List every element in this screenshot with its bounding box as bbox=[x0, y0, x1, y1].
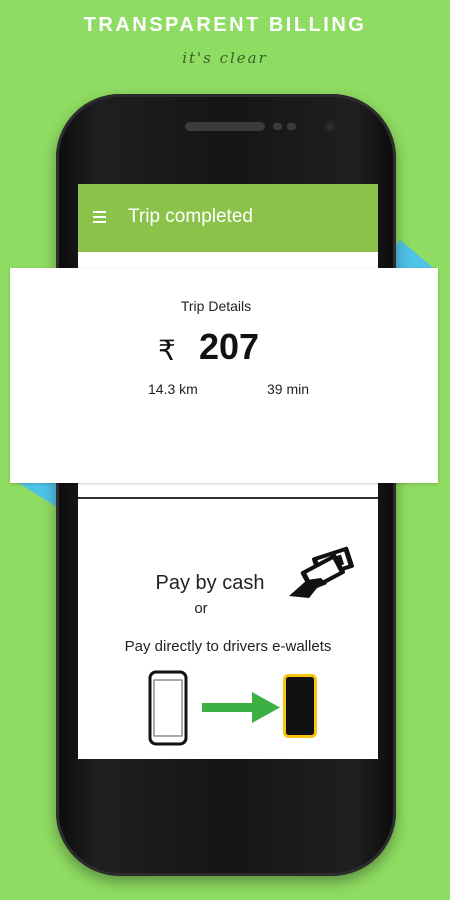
tagline-text: it's clear bbox=[182, 49, 268, 67]
phone-sensor bbox=[287, 123, 296, 130]
trip-details-card: Trip Details ₹ 207 14.3 km 39 min bbox=[10, 268, 438, 483]
fare-amount: 207 bbox=[199, 326, 260, 367]
hamburger-menu-icon[interactable] bbox=[93, 211, 106, 223]
phone-speaker bbox=[185, 122, 265, 131]
accent-shape-bottom bbox=[14, 480, 58, 508]
section-divider bbox=[78, 497, 378, 499]
phone-camera bbox=[324, 120, 337, 133]
trip-distance: 14.3 km bbox=[148, 381, 198, 397]
phone-sensor bbox=[273, 123, 282, 130]
trip-details-heading: Trip Details bbox=[180, 298, 252, 314]
or-label: or bbox=[194, 600, 208, 617]
smartphone-icon bbox=[148, 670, 188, 746]
headline-text: TRANSPARENT BILLING bbox=[83, 14, 367, 36]
app-bar: Trip completed bbox=[78, 184, 378, 252]
app-bar-title: Trip completed bbox=[128, 206, 253, 227]
pay-by-cash-label: Pay by cash bbox=[155, 572, 265, 594]
ewallet-label: Pay directly to drivers e-wallets bbox=[124, 638, 332, 655]
cash-payment-icon bbox=[289, 546, 354, 598]
transfer-arrow-icon bbox=[202, 692, 280, 723]
trip-duration: 39 min bbox=[267, 381, 310, 397]
currency-symbol: ₹ bbox=[158, 335, 176, 366]
ewallet-phone-icon bbox=[283, 674, 317, 738]
